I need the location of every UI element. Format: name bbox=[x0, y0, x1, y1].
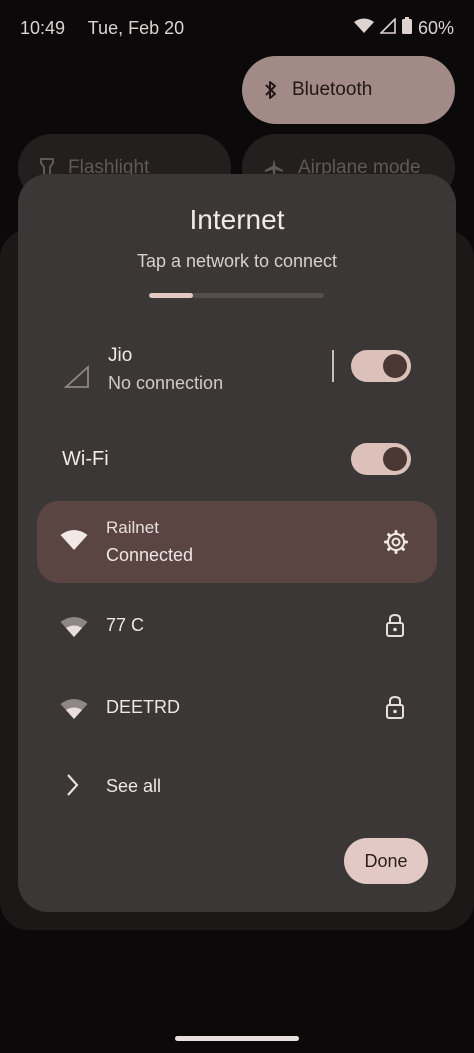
bluetooth-icon bbox=[264, 80, 278, 100]
battery-icon bbox=[401, 17, 412, 39]
wifi-icon bbox=[60, 529, 88, 556]
bluetooth-label: Bluetooth bbox=[292, 79, 373, 100]
wifi-toggle-row[interactable]: Wi-Fi bbox=[18, 440, 456, 480]
mobile-network-row[interactable]: Jio No connection bbox=[18, 339, 456, 409]
mobile-network-status: No connection bbox=[108, 373, 224, 393]
wifi-label: Wi-Fi bbox=[62, 448, 109, 470]
see-all-link[interactable]: See all bbox=[18, 758, 456, 814]
status-time: 10:49 bbox=[20, 18, 66, 38]
scan-progress-fill bbox=[149, 293, 193, 298]
scan-progress-bar bbox=[149, 293, 324, 298]
gear-icon[interactable] bbox=[383, 529, 409, 560]
see-all-label: See all bbox=[106, 776, 162, 796]
lock-icon bbox=[385, 613, 405, 642]
home-indicator[interactable] bbox=[175, 1036, 299, 1041]
internet-dialog: Internet Tap a network to connect Jio No… bbox=[18, 174, 456, 912]
wifi-icon bbox=[60, 698, 88, 725]
divider bbox=[332, 350, 334, 382]
done-button[interactable]: Done bbox=[344, 838, 428, 884]
status-bar: 10:49 Tue, Feb 20 60% bbox=[0, 0, 474, 56]
bluetooth-tile[interactable]: Bluetooth bbox=[242, 56, 455, 124]
wifi-toggle[interactable] bbox=[351, 443, 411, 475]
network-status: Connected bbox=[106, 545, 194, 565]
status-date: Tue, Feb 20 bbox=[87, 18, 185, 38]
network-item-railnet[interactable]: Railnet Connected bbox=[37, 501, 437, 583]
mobile-network-name: Jio bbox=[108, 345, 133, 366]
network-item-deetrd[interactable]: DEETRD bbox=[18, 678, 456, 738]
cell-signal-icon bbox=[63, 364, 90, 394]
network-item-77c[interactable]: 77 C bbox=[18, 596, 456, 656]
chevron-right-icon bbox=[64, 773, 80, 802]
lock-icon bbox=[385, 695, 405, 724]
wifi-icon bbox=[353, 18, 374, 39]
dialog-title: Internet bbox=[189, 204, 285, 235]
wifi-icon bbox=[60, 616, 88, 643]
network-name: 77 C bbox=[106, 615, 145, 635]
dialog-subtitle: Tap a network to connect bbox=[136, 251, 338, 271]
network-name: Railnet bbox=[106, 518, 159, 537]
battery-percent: 60% bbox=[417, 17, 454, 38]
mobile-data-toggle[interactable] bbox=[351, 350, 411, 382]
network-name: DEETRD bbox=[106, 697, 181, 717]
cell-signal-icon bbox=[379, 16, 396, 39]
